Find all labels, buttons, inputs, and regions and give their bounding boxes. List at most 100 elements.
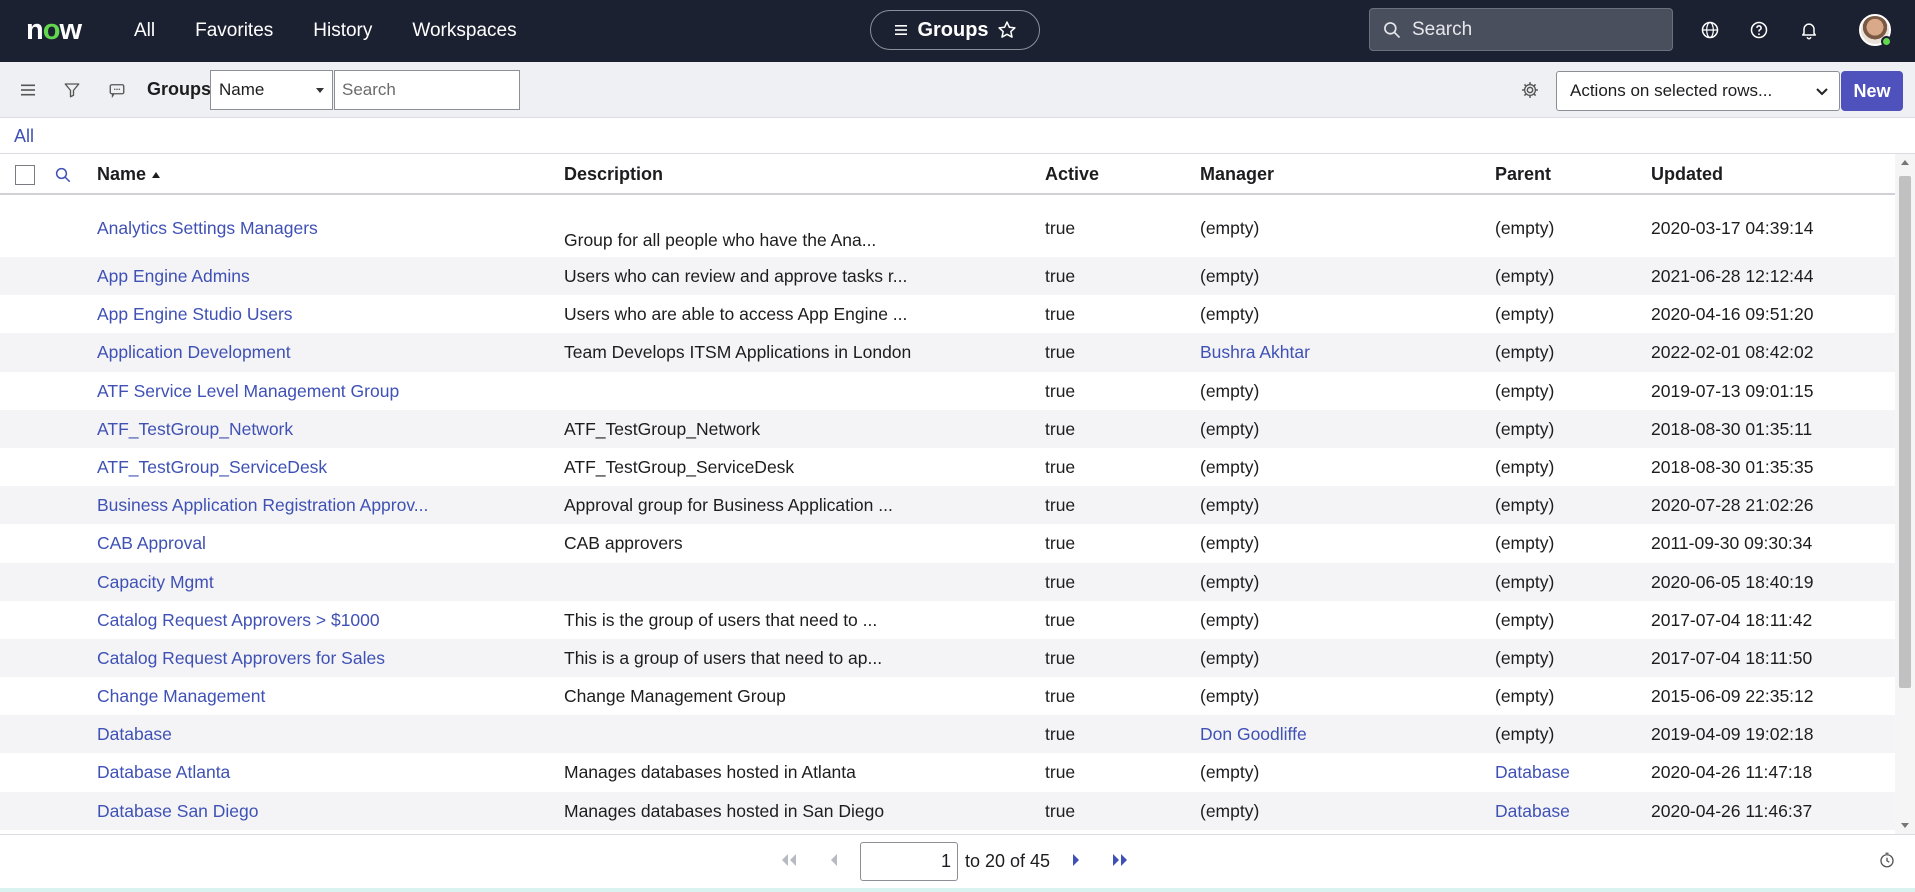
table-row[interactable]: Database true Don Goodliffe (empty) 2019-04-… xyxy=(0,715,1895,754)
table-row[interactable]: ATF Service Level Management Group true (e… xyxy=(0,372,1895,410)
row-parent: (empty) xyxy=(1495,418,1555,439)
page-number-input[interactable]: 1 xyxy=(860,842,958,881)
row-active: true xyxy=(1045,380,1076,401)
row-name-link[interactable]: Database San Diego xyxy=(97,801,259,822)
column-header-manager[interactable]: Manager xyxy=(1200,164,1274,185)
list-toolbar: Groups Name Search Actions on selected r… xyxy=(0,62,1915,118)
top-navigation: now All Favorites History Workspaces Gro… xyxy=(0,0,1915,62)
context-title-pill[interactable]: Groups xyxy=(870,10,1040,50)
table-row[interactable]: Catalog Request Approvers > $1000 This is… xyxy=(0,601,1895,639)
table-row[interactable]: Catalog Request Approvers for Sales This … xyxy=(0,638,1895,678)
row-description: Change Management Group xyxy=(564,686,786,707)
row-name-link[interactable]: ATF Service Level Management Group xyxy=(97,381,399,402)
table-row[interactable]: Change Management Change Management Group… xyxy=(0,677,1895,715)
actions-select-value: Actions on selected rows... xyxy=(1570,81,1773,100)
global-search[interactable]: Search xyxy=(1369,8,1673,51)
table-row[interactable]: Database Atlanta Manages databases hosted… xyxy=(0,753,1895,791)
help-icon[interactable] xyxy=(1746,17,1772,43)
scrollbar-thumb[interactable] xyxy=(1899,176,1911,688)
nav-link-workspaces[interactable]: Workspaces xyxy=(412,20,516,42)
actions-select[interactable]: Actions on selected rows... xyxy=(1556,71,1840,111)
response-time-icon[interactable] xyxy=(1878,851,1896,869)
table-row[interactable]: ATF_TestGroup_Network ATF_TestGroup_Netwo… xyxy=(0,409,1895,448)
scroll-up-arrow-icon[interactable] xyxy=(1901,160,1909,165)
table-header: Name Description Active Manager Parent U… xyxy=(0,154,1895,195)
user-avatar[interactable] xyxy=(1859,14,1892,47)
globe-icon[interactable] xyxy=(1697,17,1723,43)
row-name-link[interactable]: App Engine Admins xyxy=(97,266,250,287)
table-row[interactable]: CAB Approval CAB approvers true (empty) (emp… xyxy=(0,524,1895,562)
table-row[interactable]: App Engine Admins Users who can review an… xyxy=(0,257,1895,296)
gear-icon[interactable] xyxy=(1519,79,1541,101)
servicenow-logo[interactable]: now xyxy=(26,14,82,47)
row-active: true xyxy=(1045,724,1076,745)
row-name-link[interactable]: Database Atlanta xyxy=(97,762,230,783)
row-description: ATF_TestGroup_Network xyxy=(564,418,761,439)
row-name-link[interactable]: ATF_TestGroup_ServiceDesk xyxy=(97,457,327,478)
column-header-parent[interactable]: Parent xyxy=(1495,164,1551,185)
scroll-down-arrow-icon[interactable] xyxy=(1901,823,1909,828)
table-row[interactable]: Application Development Team Develops ITS… xyxy=(0,333,1895,372)
row-name-link[interactable]: Capacity Mgmt xyxy=(97,572,214,593)
notification-bell-icon[interactable] xyxy=(1796,17,1822,43)
filter-icon[interactable] xyxy=(61,79,83,101)
nav-link-history[interactable]: History xyxy=(313,20,372,42)
row-manager[interactable]: Bushra Akhtar xyxy=(1200,342,1310,363)
bottom-strip xyxy=(0,888,1915,892)
column-header-active[interactable]: Active xyxy=(1045,164,1099,185)
row-updated: 2020-04-26 11:46:37 xyxy=(1651,800,1813,821)
row-updated: 2018-08-30 01:35:35 xyxy=(1651,456,1814,477)
conversation-icon[interactable] xyxy=(106,79,128,101)
row-parent: (empty) xyxy=(1495,724,1555,745)
select-all-checkbox[interactable] xyxy=(15,165,35,185)
row-name-link[interactable]: Database xyxy=(97,724,172,745)
row-description: Users who can review and approve tasks r… xyxy=(564,266,908,286)
table-row[interactable]: App Engine Studio Users Users who are abl… xyxy=(0,295,1895,333)
column-header-description[interactable]: Description xyxy=(564,164,663,185)
column-header-updated[interactable]: Updated xyxy=(1651,164,1723,185)
column-search-icon[interactable] xyxy=(54,166,72,189)
row-name-link[interactable]: Application Development xyxy=(97,342,291,363)
table-body: Analytics Settings Managers Group for all… xyxy=(0,197,1895,830)
new-button[interactable]: New xyxy=(1841,71,1903,111)
row-updated: 2017-07-04 18:11:50 xyxy=(1651,647,1813,668)
search-field-value: Name xyxy=(219,80,265,99)
row-parent[interactable]: Database xyxy=(1495,801,1570,822)
table-scrollbar[interactable] xyxy=(1895,154,1915,834)
row-name-link[interactable]: Change Management xyxy=(97,686,265,707)
nav-link-favorites[interactable]: Favorites xyxy=(195,20,273,42)
row-manager: (empty) xyxy=(1200,266,1260,286)
row-name-link[interactable]: Analytics Settings Managers xyxy=(97,218,318,239)
row-active: true xyxy=(1045,800,1076,821)
row-name-link[interactable]: Business Application Registration Approv… xyxy=(97,495,428,516)
row-parent: (empty) xyxy=(1495,533,1555,554)
table-row[interactable]: Database San Diego Manages databases host… xyxy=(0,791,1895,830)
column-header-name[interactable]: Name xyxy=(97,164,161,185)
chevron-down-icon xyxy=(1816,88,1828,96)
row-name-link[interactable]: App Engine Studio Users xyxy=(97,304,293,325)
row-name-link[interactable]: Catalog Request Approvers for Sales xyxy=(97,648,385,669)
last-page-icon[interactable] xyxy=(1111,853,1129,867)
star-favorite-icon[interactable] xyxy=(997,20,1017,40)
table-row[interactable]: ATF_TestGroup_ServiceDesk ATF_TestGroup_S… xyxy=(0,448,1895,486)
table-row[interactable]: Analytics Settings Managers Group for all… xyxy=(0,197,1895,257)
hamburger-menu-icon[interactable] xyxy=(17,79,39,101)
next-page-icon[interactable] xyxy=(1071,853,1081,867)
breadcrumb-all[interactable]: All xyxy=(14,126,34,147)
table-row[interactable]: Capacity Mgmt true (empty) (empty) 2020-06-0… xyxy=(0,562,1895,601)
nav-links: All Favorites History Workspaces xyxy=(134,0,557,62)
row-name-link[interactable]: ATF_TestGroup_Network xyxy=(97,419,293,440)
row-manager[interactable]: Don Goodliffe xyxy=(1200,724,1307,745)
row-parent: (empty) xyxy=(1495,304,1555,325)
row-name-link[interactable]: CAB Approval xyxy=(97,533,206,554)
row-active: true xyxy=(1045,218,1076,238)
search-field-select[interactable]: Name xyxy=(210,70,333,110)
list-search-input[interactable]: Search xyxy=(334,70,520,110)
row-name-link[interactable]: Catalog Request Approvers > $1000 xyxy=(97,610,380,631)
table-row[interactable]: Business Application Registration Approv… xyxy=(0,486,1895,525)
first-page-icon[interactable] xyxy=(780,853,798,867)
pagination-range: to 20 of 45 xyxy=(965,851,1051,871)
row-parent[interactable]: Database xyxy=(1495,762,1570,783)
nav-link-all[interactable]: All xyxy=(134,20,155,42)
previous-page-icon[interactable] xyxy=(829,853,839,867)
